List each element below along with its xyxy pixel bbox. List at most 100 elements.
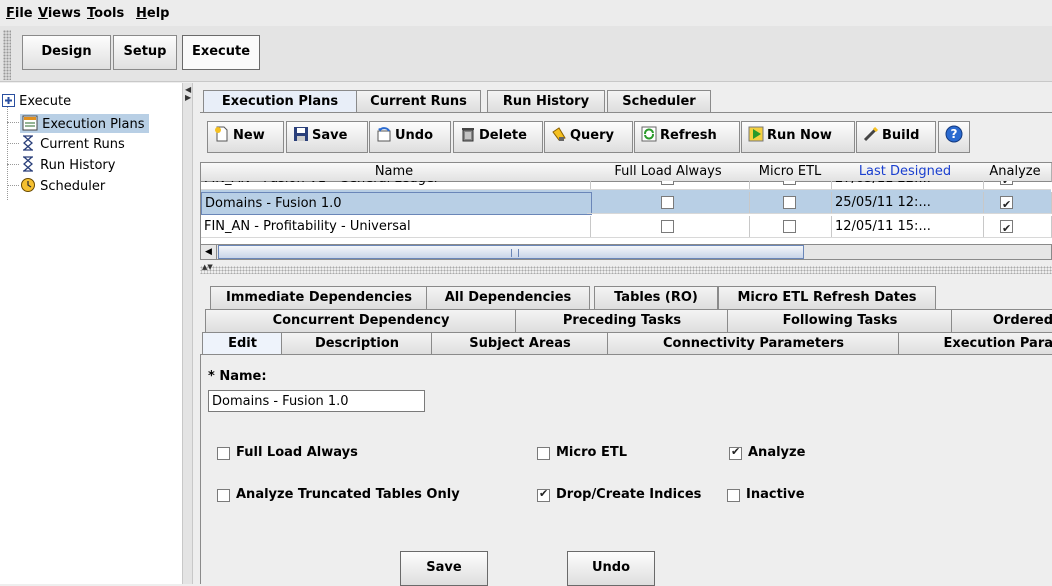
name-input[interactable]: [208, 390, 425, 412]
tree-item-current-runs[interactable]: Current Runs: [20, 135, 125, 152]
tree-item-label: Run History: [40, 158, 116, 173]
pane-splitter[interactable]: ◀ ▶: [182, 83, 193, 584]
tree-item-execution-plans[interactable]: Execution Plans: [20, 114, 149, 133]
view-toolbar: Design Setup Execute: [0, 26, 1052, 82]
full-load-always-checkbox[interactable]: [217, 447, 230, 460]
new-label: New: [233, 128, 265, 143]
column-header-name[interactable]: Name: [201, 163, 588, 182]
menu-views[interactable]: Views: [38, 6, 81, 21]
form-undo-button[interactable]: Undo: [567, 551, 655, 586]
cell-name: Domains - Fusion 1.0: [201, 192, 592, 215]
full-load-checkbox[interactable]: [661, 181, 674, 185]
column-header-analyze[interactable]: Analyze: [979, 163, 1052, 182]
help-icon: ?: [945, 125, 963, 143]
menu-help[interactable]: Help: [136, 6, 169, 21]
inactive-checkbox[interactable]: [727, 489, 740, 502]
menu-tools[interactable]: Tools: [87, 6, 124, 21]
table-row-selected[interactable]: Domains - Fusion 1.0 25/05/11 12:...: [201, 190, 1052, 215]
tab-current-runs[interactable]: Current Runs: [356, 90, 481, 113]
tab-scheduler[interactable]: Scheduler: [607, 90, 711, 113]
tab-preceding-tasks[interactable]: Preceding Tasks: [515, 309, 729, 332]
new-button[interactable]: New: [207, 121, 284, 153]
horizontal-scrollbar[interactable]: ◀: [200, 244, 1052, 260]
tree-item-label: Execution Plans: [42, 117, 145, 132]
tab-ordered[interactable]: Ordered: [951, 309, 1052, 332]
column-header-full-load[interactable]: Full Load Always: [587, 163, 750, 182]
tree-root-execute[interactable]: Execute: [2, 94, 71, 109]
refresh-button[interactable]: Refresh: [634, 121, 740, 153]
design-view-button[interactable]: Design: [22, 35, 111, 70]
svg-text:?: ?: [951, 127, 958, 141]
query-flashlight-icon: [552, 127, 566, 141]
tree-item-label: Current Runs: [40, 137, 125, 152]
micro-etl-checkbox[interactable]: [537, 447, 550, 460]
save-button[interactable]: Save: [286, 121, 368, 153]
form-save-button[interactable]: Save: [400, 551, 488, 586]
full-load-checkbox[interactable]: [661, 220, 674, 233]
tab-description[interactable]: Description: [281, 332, 433, 355]
full-load-checkbox[interactable]: [661, 196, 674, 209]
undo-button[interactable]: Undo: [369, 121, 451, 153]
wand-icon: [863, 126, 879, 142]
help-button[interactable]: ?: [938, 121, 970, 153]
tab-micro-etl-refresh-dates[interactable]: Micro ETL Refresh Dates: [718, 286, 936, 309]
analyze-checkbox[interactable]: [729, 445, 742, 460]
cell-name: FIN_AN - Profitability - Universal: [201, 216, 591, 238]
analyze-checkbox[interactable]: [1000, 194, 1013, 213]
menu-bar: File Views Tools Help: [0, 0, 1052, 26]
tab-execution-plans[interactable]: Execution Plans: [203, 90, 357, 113]
tree-item-scheduler[interactable]: Scheduler: [20, 177, 105, 194]
tab-execution-parameters[interactable]: Execution Para: [898, 332, 1052, 355]
tab-edit[interactable]: Edit: [202, 332, 283, 355]
drop-create-indices-checkbox[interactable]: [537, 487, 550, 502]
micro-etl-checkbox[interactable]: [783, 196, 796, 209]
refresh-icon: [641, 126, 657, 142]
execute-tree-icon: [2, 94, 15, 107]
menu-file[interactable]: File: [6, 6, 33, 21]
tab-connectivity-parameters[interactable]: Connectivity Parameters: [607, 332, 900, 355]
query-button[interactable]: Query: [544, 121, 633, 153]
tab-all-dependencies[interactable]: All Dependencies: [426, 286, 590, 309]
micro-etl-label: Micro ETL: [556, 445, 627, 460]
micro-etl-checkbox[interactable]: [783, 220, 796, 233]
analyze-checkbox[interactable]: [1000, 181, 1013, 189]
table-row[interactable]: FIN_AN - Profitability - Universal 12/05…: [201, 216, 1052, 238]
toolbar-grip[interactable]: [3, 30, 11, 80]
column-header-last-designed[interactable]: Last Designed: [831, 163, 980, 182]
execute-view-button[interactable]: Execute: [182, 35, 260, 70]
full-load-always-label: Full Load Always: [236, 445, 358, 460]
edit-panel: [200, 354, 1052, 584]
build-label: Build: [882, 128, 920, 143]
cell-last-designed: 25/05/11 12:...: [831, 192, 984, 214]
tab-tables-ro[interactable]: Tables (RO): [594, 286, 718, 309]
analyze-checkbox[interactable]: [1000, 218, 1013, 237]
name-field-label: * Name:: [208, 369, 267, 384]
hourglass-icon: [23, 135, 33, 151]
build-button[interactable]: Build: [856, 121, 936, 153]
trash-icon: [462, 128, 474, 142]
execution-plans-table: Name Full Load Always Micro ETL Last Des…: [200, 162, 1052, 246]
vertical-split-divider[interactable]: ▲▼: [200, 263, 1052, 274]
tree-item-run-history[interactable]: Run History: [20, 156, 115, 173]
execution-plans-icon: [22, 115, 38, 131]
scrollbar-thumb[interactable]: [218, 245, 804, 259]
run-now-button[interactable]: Run Now: [741, 121, 855, 153]
delete-button[interactable]: Delete: [453, 121, 543, 153]
tab-run-history[interactable]: Run History: [487, 90, 605, 113]
tab-immediate-dependencies[interactable]: Immediate Dependencies: [210, 286, 428, 309]
table-row[interactable]: FIN_AN - Fusion V1 - General Ledger 27/0…: [201, 181, 1051, 190]
tab-following-tasks[interactable]: Following Tasks: [727, 309, 953, 332]
navigation-tree: Execute Execution Plans Current Runs Run…: [0, 83, 182, 584]
cell-last-designed: 12/05/11 15:...: [831, 216, 984, 238]
scroll-left-arrow-icon[interactable]: ◀: [201, 245, 217, 259]
column-header-micro-etl[interactable]: Micro ETL: [749, 163, 832, 182]
setup-view-button[interactable]: Setup: [113, 35, 177, 70]
tab-subject-areas[interactable]: Subject Areas: [431, 332, 609, 355]
analyze-truncated-checkbox[interactable]: [217, 489, 230, 502]
tab-concurrent-dependency[interactable]: Concurrent Dependency: [205, 309, 517, 332]
floppy-disk-icon: [294, 127, 308, 141]
clock-icon: [21, 178, 35, 192]
micro-etl-checkbox[interactable]: [783, 181, 796, 185]
play-icon: [748, 126, 764, 142]
inactive-label: Inactive: [746, 487, 805, 502]
